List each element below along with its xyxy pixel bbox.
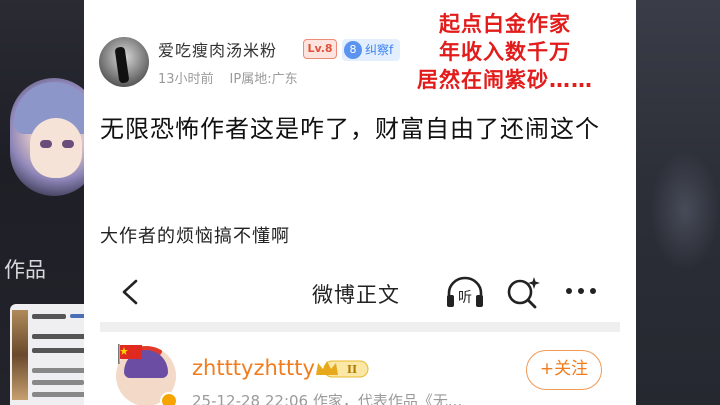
caption-line: 年收入数千万 (439, 40, 571, 64)
post-ip-location: IP属地:广东 (229, 72, 298, 87)
embedded-author-name[interactable]: zhtttyzhttty (192, 356, 315, 380)
vip-badge-icon (160, 392, 178, 405)
embedded-nav-title: 微博正文 (312, 283, 400, 307)
embedded-nav-bar: 微博正文 听 (100, 267, 620, 319)
caption-line: 起点白金作家 (439, 12, 571, 36)
post-card: 爱吃瘦肉汤米粉 Lv.8 8 纠察f 13小时前 IP属地:广东 起点白金作家 年收… (84, 0, 636, 405)
embedded-author-meta: 25-12-28 22:06 作家，代表作品《无... (192, 392, 463, 405)
post-username[interactable]: 爱吃瘦肉汤米粉 (158, 37, 277, 61)
china-flag-icon (118, 344, 142, 364)
caption-line: 居然在闹紫砂…… (417, 68, 593, 92)
more-dots-icon[interactable] (564, 281, 598, 301)
post-meta: 13小时前 IP属地:广东 (158, 68, 298, 87)
back-arrow-icon[interactable] (118, 277, 144, 307)
level-roman: II (347, 363, 357, 376)
level-badge: Lv.8 (303, 39, 337, 59)
background-works-label: 作品 (4, 258, 46, 282)
post-subtitle: 大作者的烦恼搞不懂啊 (100, 226, 290, 247)
crown-level-badge-icon: II (316, 360, 369, 378)
headphones-icon[interactable]: 听 (445, 275, 485, 309)
post-time: 13小时前 (158, 72, 214, 87)
post-author-avatar[interactable] (99, 37, 149, 87)
section-divider (100, 322, 620, 332)
shield-icon: 8 (344, 41, 362, 59)
search-ai-icon[interactable] (505, 275, 541, 311)
background-glow (650, 150, 720, 270)
follow-button[interactable]: +关注 (526, 350, 602, 390)
overlay-caption: 起点白金作家 年收入数千万 居然在闹紫砂…… (380, 10, 630, 94)
post-title: 无限恐怖作者这是咋了，财富自由了还闹这个 (100, 115, 600, 143)
listen-glyph: 听 (458, 290, 472, 306)
